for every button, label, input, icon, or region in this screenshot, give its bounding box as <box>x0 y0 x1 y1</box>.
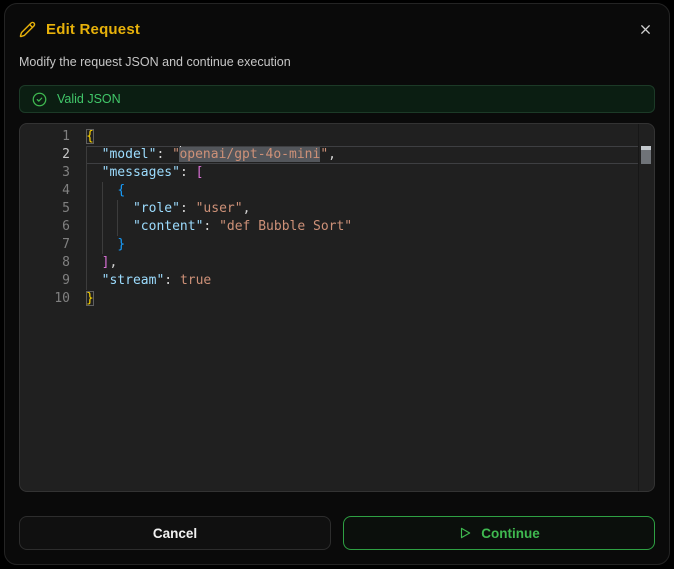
code-token: openai/gpt-4o-mini <box>179 147 321 162</box>
cancel-button[interactable]: Cancel <box>19 516 331 550</box>
code-line-content: { <box>86 182 639 200</box>
continue-button[interactable]: Continue <box>343 516 655 550</box>
code-token: "user" <box>195 201 243 216</box>
dialog-header: Edit Request <box>19 20 655 39</box>
code-token: "def Bubble Sort" <box>219 219 353 234</box>
code-token: : <box>179 201 196 216</box>
code-token: true <box>179 273 212 288</box>
cancel-label: Cancel <box>152 525 198 541</box>
edit-request-dialog: Edit Request Modify the request JSON and… <box>4 3 670 565</box>
dialog-title: Edit Request <box>46 21 141 38</box>
code-line[interactable]: 3 "messages": [ <box>20 164 654 182</box>
code-token: " <box>320 147 329 162</box>
code-line-content: ], <box>86 254 639 272</box>
overview-ruler-selection-marker <box>641 150 651 164</box>
pencil-icon <box>19 21 36 38</box>
code-token: [ <box>195 165 204 180</box>
code-token: "role" <box>132 201 180 216</box>
status-label: Valid JSON <box>57 92 121 106</box>
close-icon <box>641 25 650 34</box>
code-token: "content" <box>132 219 204 234</box>
code-token: { <box>117 183 126 198</box>
dialog-footer: Cancel Continue <box>19 516 655 550</box>
code-line[interactable]: 4 { <box>20 182 654 200</box>
valid-json-status: Valid JSON <box>19 85 655 113</box>
line-number: 3 <box>62 165 70 180</box>
code-line[interactable]: 9 "stream": true <box>20 272 654 290</box>
code-line[interactable]: 1{ <box>20 128 654 146</box>
scrollbar-track-divider <box>638 124 639 491</box>
code-token: : <box>164 273 180 288</box>
continue-label: Continue <box>481 525 540 541</box>
play-icon <box>461 527 471 539</box>
code-line[interactable]: 6 "content": "def Bubble Sort" <box>20 218 654 236</box>
code-line-content: "messages": [ <box>86 164 639 182</box>
line-number: 6 <box>62 219 70 234</box>
code-token: , <box>242 201 251 216</box>
indent-guide <box>117 200 119 236</box>
code-line-content: "model": "openai/gpt-4o-mini", <box>86 146 639 164</box>
code-line-content: "content": "def Bubble Sort" <box>86 218 639 236</box>
close-button[interactable] <box>636 20 655 39</box>
code-line[interactable]: 7 } <box>20 236 654 254</box>
line-number: 1 <box>62 129 70 144</box>
code-token: "messages" <box>101 165 180 180</box>
code-token: } <box>86 291 94 306</box>
code-token: : <box>156 147 173 162</box>
code-line[interactable]: 8 ], <box>20 254 654 272</box>
code-line[interactable]: 2 "model": "openai/gpt-4o-mini", <box>20 146 654 164</box>
code-line-content: "role": "user", <box>86 200 639 218</box>
line-number: 2 <box>62 147 70 162</box>
code-token: , <box>109 255 118 270</box>
code-lines: 1{2 "model": "openai/gpt-4o-mini", 3 "mes… <box>20 124 654 308</box>
line-number: 5 <box>62 201 70 216</box>
code-line[interactable]: 5 "role": "user", <box>20 200 654 218</box>
code-token: } <box>117 237 126 252</box>
json-editor[interactable]: 1{2 "model": "openai/gpt-4o-mini", 3 "mes… <box>19 123 655 492</box>
code-token: { <box>86 129 94 144</box>
code-line-content: } <box>86 290 639 308</box>
indent-guide <box>101 182 103 254</box>
check-circle-icon <box>32 92 47 106</box>
code-token: "stream" <box>101 273 165 288</box>
line-number: 9 <box>62 273 70 288</box>
line-number: 4 <box>62 183 70 198</box>
code-token: "model" <box>101 147 157 162</box>
indent-guide <box>86 146 87 290</box>
code-token: , <box>328 147 336 162</box>
code-token: : <box>203 219 220 234</box>
code-line-content: } <box>86 236 639 254</box>
code-token: : <box>179 165 196 180</box>
code-line[interactable]: 10} <box>20 290 654 308</box>
code-line-content: "stream": true <box>86 272 639 290</box>
dialog-subtitle: Modify the request JSON and continue exe… <box>19 55 291 69</box>
line-number: 7 <box>62 237 70 252</box>
line-number: 10 <box>54 291 70 306</box>
code-line-content: { <box>86 128 639 146</box>
line-number: 8 <box>62 255 70 270</box>
